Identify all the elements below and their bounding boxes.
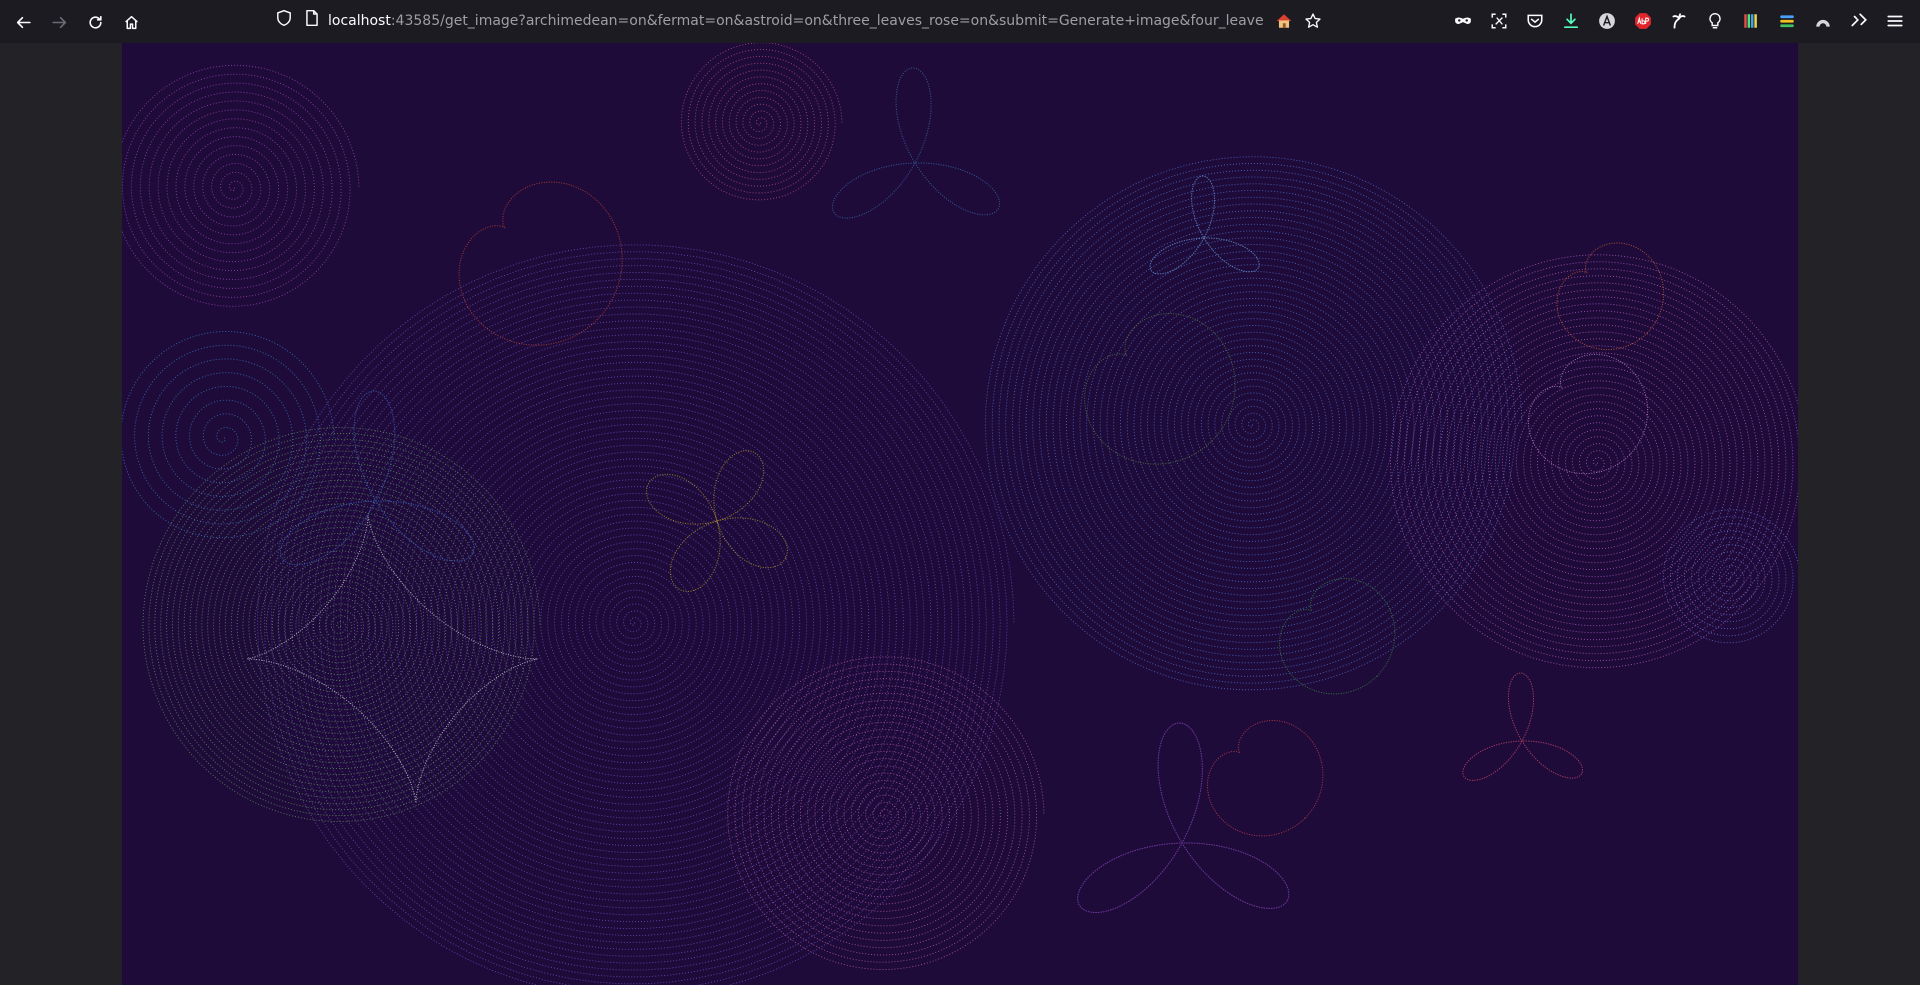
browser-toolbar: localhost:43585/get_image?archimedean=on… (0, 0, 1920, 43)
stack-icon[interactable] (1777, 11, 1797, 31)
screenshot-icon[interactable] (1489, 11, 1509, 31)
extensions-icon[interactable] (1849, 11, 1869, 31)
mask-icon[interactable] (1453, 11, 1473, 31)
spiral-curve (257, 244, 1015, 985)
cardioid-curve (1527, 353, 1649, 475)
generated-image (122, 43, 1798, 985)
spiral-curve (680, 43, 843, 201)
forward-arrow-icon[interactable] (46, 9, 72, 35)
menu-icon[interactable] (1885, 11, 1905, 31)
three-leaves-rose-curve (1077, 722, 1290, 913)
colorbars-icon[interactable] (1741, 11, 1761, 31)
home-emoji-icon[interactable] (1274, 11, 1294, 31)
bulb-icon[interactable] (1705, 11, 1725, 31)
download-icon[interactable] (1561, 11, 1581, 31)
page-icon (302, 8, 322, 28)
page-content (0, 43, 1920, 985)
three-leaves-rose-curve (1149, 175, 1260, 275)
url-host: localhost (328, 13, 391, 29)
four-leaves-rose-curve (646, 450, 788, 592)
pocket-icon[interactable] (1525, 11, 1545, 31)
three-leaves-rose-curve (279, 390, 475, 566)
three-leaves-rose-curve (1462, 672, 1583, 781)
url-text[interactable]: localhost:43585/get_image?archimedean=on… (328, 12, 1264, 30)
extension-icon[interactable] (1669, 11, 1689, 31)
account-circle-icon[interactable] (1597, 11, 1617, 31)
spiral-curve (984, 156, 1523, 691)
spiral-curve (1663, 509, 1798, 644)
spiral-curve (122, 64, 360, 307)
arc-icon[interactable] (1813, 11, 1833, 31)
back-arrow-icon[interactable] (10, 9, 36, 35)
url-path: :43585/get_image?archimedean=on&fermat=o… (390, 13, 1264, 29)
home-icon[interactable] (118, 9, 144, 35)
spiral-curve (727, 656, 1045, 970)
spiral-curve (122, 330, 335, 539)
shield-icon[interactable] (274, 8, 294, 28)
cardioid-curve (1207, 720, 1324, 837)
curves-canvas (122, 43, 1798, 985)
cardioid-curve (1084, 313, 1236, 465)
spiral-curve (142, 427, 541, 822)
adblock-plus-icon[interactable] (1633, 11, 1653, 31)
three-leaves-rose-curve (831, 67, 1001, 219)
reload-icon[interactable] (82, 9, 108, 35)
bookmark-star-icon[interactable] (1303, 11, 1323, 31)
cardioid-curve (458, 181, 623, 346)
